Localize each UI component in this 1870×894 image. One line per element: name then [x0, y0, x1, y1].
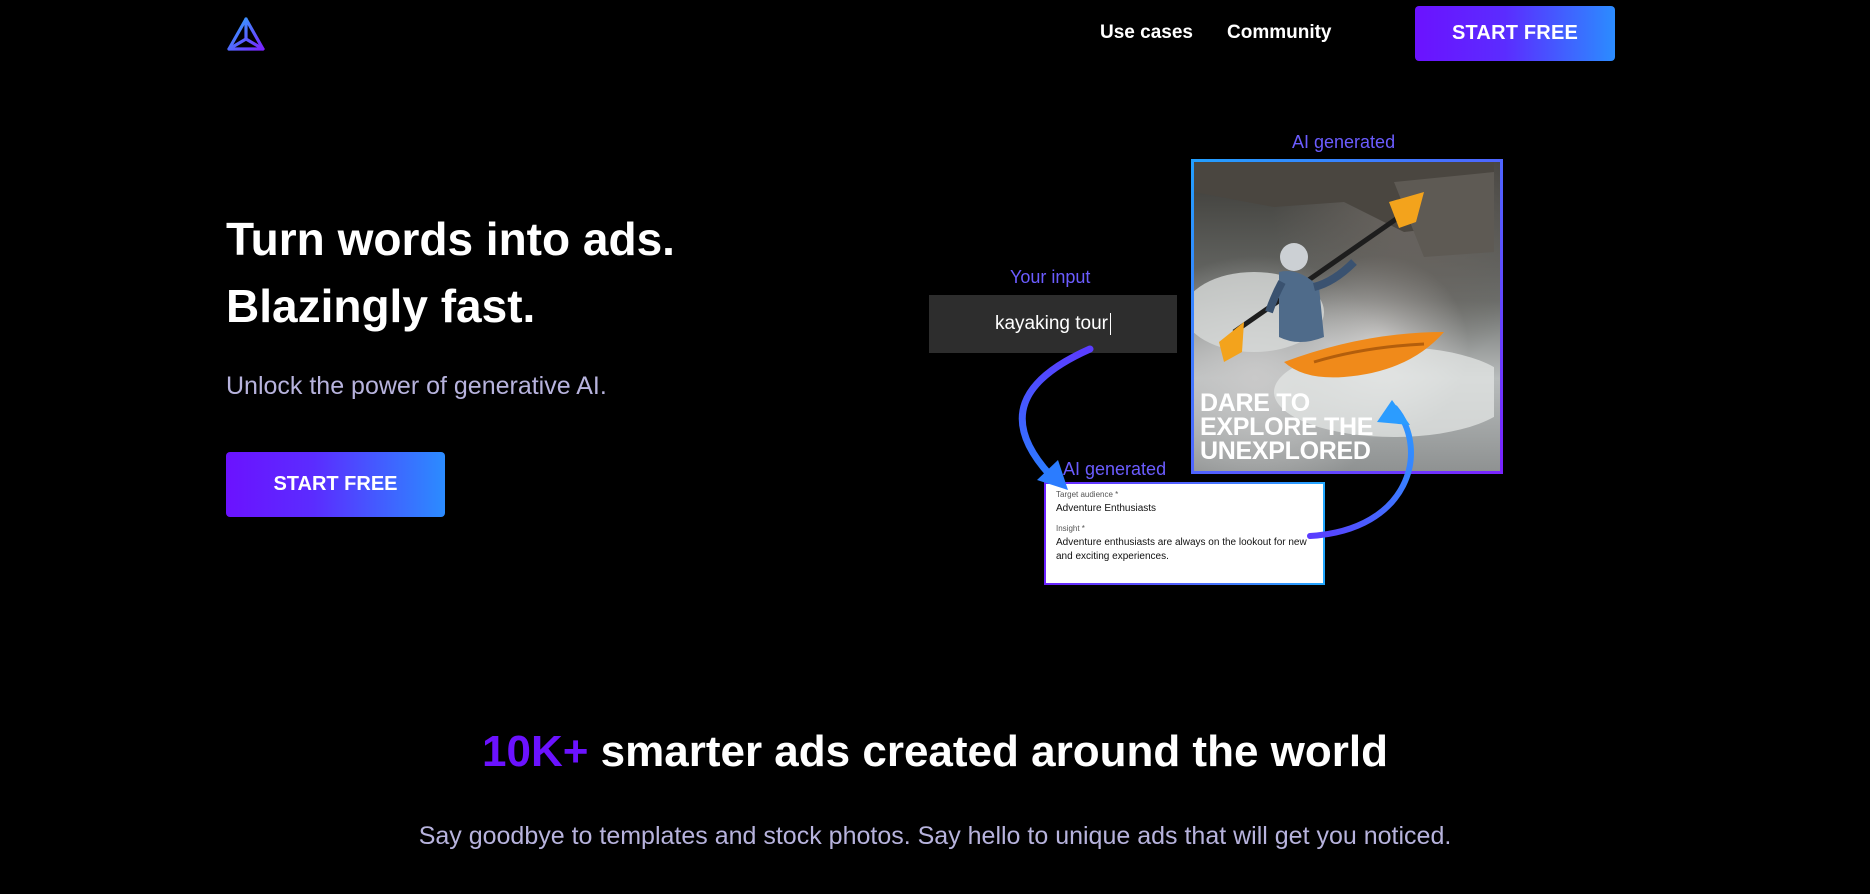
stats-headline: 10K+ smarter ads created around the worl…: [0, 727, 1870, 777]
prompt-input-value: kayaking tour: [994, 313, 1108, 334]
hero-title-line-2: Blazingly fast.: [226, 280, 536, 332]
curved-arrow-icon: [1018, 345, 1414, 539]
nav-link-community[interactable]: Community: [1227, 22, 1332, 44]
hero-subtitle: Unlock the power of generative AI.: [226, 372, 607, 400]
ad-label: AI generated: [1292, 132, 1396, 152]
nav-link-use-cases[interactable]: Use cases: [1100, 22, 1193, 44]
logo-icon[interactable]: [226, 16, 266, 56]
hero-start-free-button[interactable]: START FREE: [226, 452, 445, 517]
input-label: Your input: [1010, 267, 1091, 287]
stats-subtitle: Say goodbye to templates and stock photo…: [418, 822, 1452, 850]
text-caret: [1110, 313, 1111, 335]
stats-headline-text: smarter ads created around the world: [588, 727, 1388, 776]
hero-title-line-1: Turn words into ads.: [226, 213, 675, 265]
nav-start-free-button[interactable]: START FREE: [1415, 6, 1615, 61]
hero-title: Turn words into ads. Blazingly fast.: [226, 206, 675, 340]
stats-number: 10K+: [482, 727, 589, 776]
